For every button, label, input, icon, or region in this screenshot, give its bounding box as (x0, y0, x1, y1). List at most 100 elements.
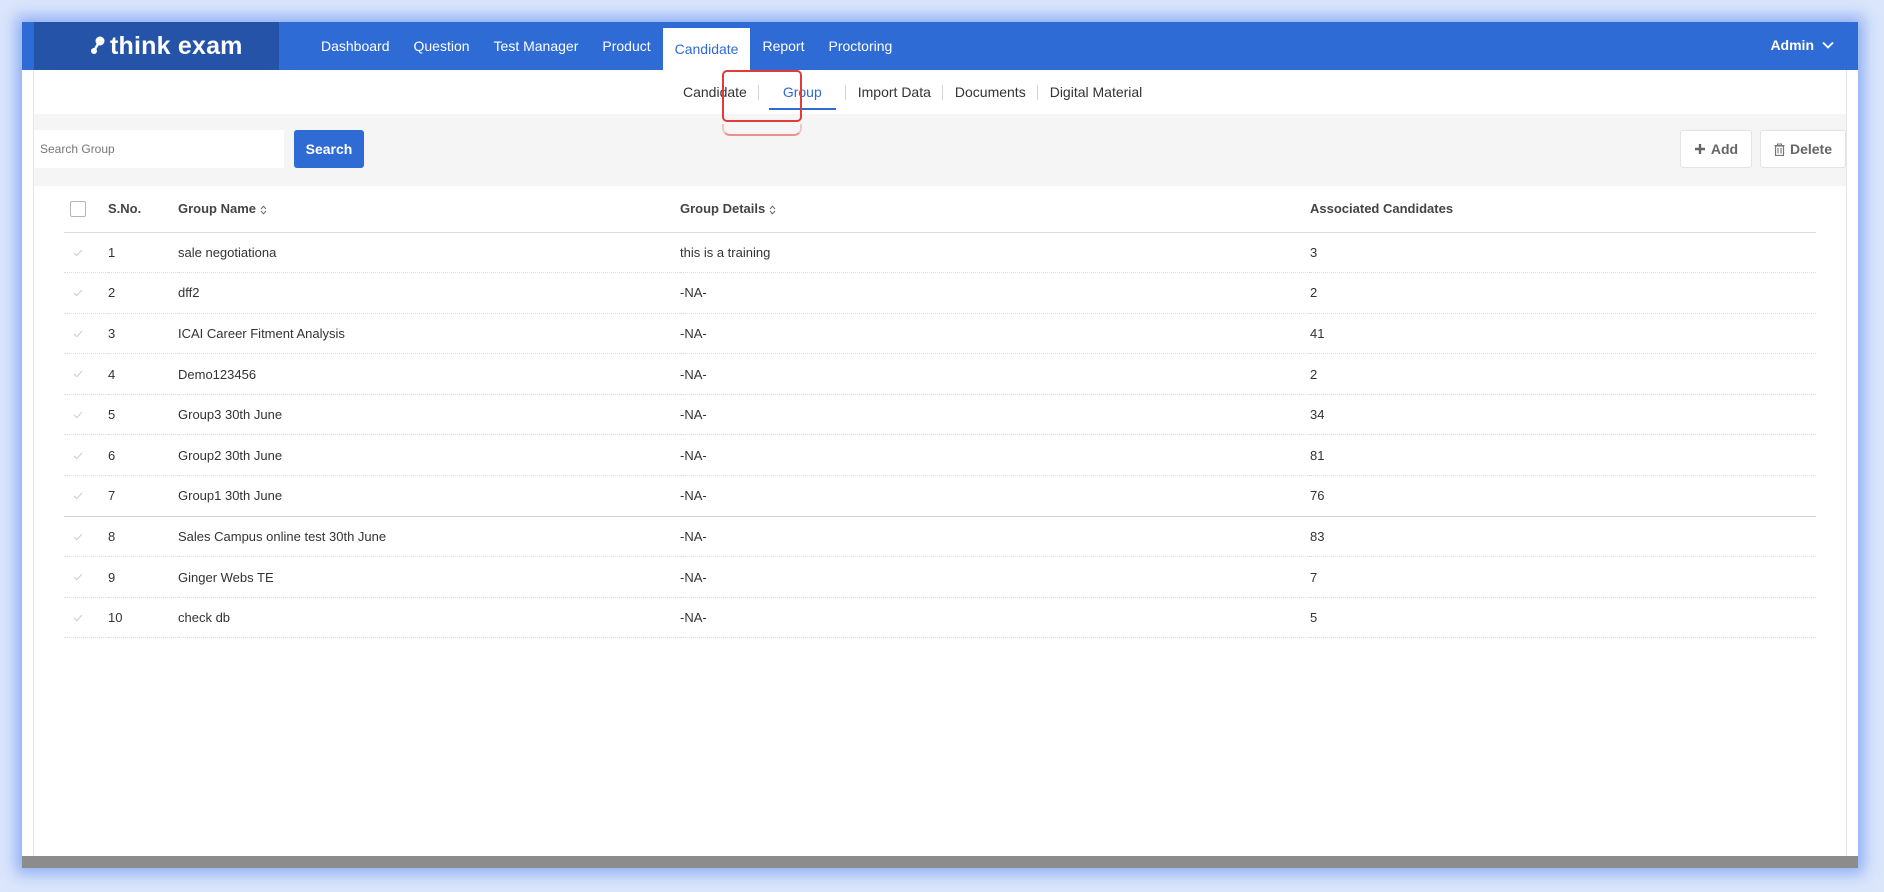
cell-associated-candidates: 3 (1310, 232, 1816, 274)
table-row[interactable]: 9 Ginger Webs TE -NA- 7 (64, 556, 1816, 598)
subnav-label: Digital Material (1049, 84, 1143, 100)
cell-group-name: sale negotiationa (178, 232, 680, 274)
cell-group-name: ICAI Career Fitment Analysis (178, 313, 680, 355)
cell-associated-candidates: 7 (1310, 556, 1816, 598)
active-tab-indicator (768, 108, 836, 110)
brand-logo[interactable]: think exam (34, 22, 279, 70)
cell-sno: 2 (108, 272, 178, 314)
group-toolbar: Search Add Delete (34, 114, 1846, 186)
search-group-input[interactable] (34, 130, 284, 168)
nav-item-product[interactable]: Product (590, 22, 662, 70)
subnav-label: Group (782, 84, 822, 100)
cell-sno: 9 (108, 556, 178, 598)
cell-group-name: Sales Campus online test 30th June (178, 516, 680, 558)
sort-icon[interactable] (260, 205, 267, 215)
main-nav: Dashboard Question Test Manager Product … (309, 22, 904, 70)
nav-item-question[interactable]: Question (402, 22, 482, 70)
cell-group-details: -NA- (680, 434, 1310, 477)
table-row[interactable]: 7 Group1 30th June -NA- 76 (64, 475, 1816, 517)
header-group-name[interactable]: Group Name (178, 186, 680, 233)
table-row[interactable]: 6 Group2 30th June -NA- 81 (64, 434, 1816, 477)
cell-associated-candidates: 2 (1310, 353, 1816, 395)
cell-group-details: -NA- (680, 394, 1310, 436)
cell-associated-candidates: 81 (1310, 434, 1816, 477)
user-menu[interactable]: Admin (1770, 22, 1834, 68)
table-header-row: S.No. Group Name Group Details Associate… (64, 186, 1816, 233)
cell-group-details: -NA- (680, 597, 1310, 639)
subnav-item-digital-material[interactable]: Digital Material (1038, 70, 1155, 114)
delete-label: Delete (1789, 141, 1833, 157)
cell-group-details: -NA- (680, 516, 1310, 558)
header-group-details[interactable]: Group Details (680, 186, 1310, 233)
nav-item-proctoring[interactable]: Proctoring (816, 22, 904, 70)
cell-group-details: this is a training (680, 232, 1310, 274)
user-name: Admin (1770, 37, 1814, 53)
add-button[interactable]: Add (1680, 130, 1752, 168)
trash-icon (1774, 142, 1785, 156)
table-row[interactable]: 2 dff2 -NA- 2 (64, 272, 1816, 314)
cell-associated-candidates: 76 (1310, 475, 1816, 517)
header-associated-candidates: Associated Candidates (1310, 186, 1816, 233)
cell-group-name: check db (178, 597, 680, 639)
select-all-checkbox[interactable] (70, 201, 86, 218)
cell-group-details: -NA- (680, 556, 1310, 598)
logo-icon (90, 35, 106, 57)
cell-group-name: dff2 (178, 272, 680, 314)
header-group-name-label: Group Name (178, 201, 257, 217)
nav-item-report[interactable]: Report (750, 22, 816, 70)
header-group-details-label: Group Details (680, 201, 766, 217)
check-icon[interactable] (70, 488, 86, 504)
check-icon[interactable] (70, 529, 86, 545)
cell-sno: 10 (108, 597, 178, 639)
cell-sno: 3 (108, 313, 178, 355)
check-icon[interactable] (70, 610, 86, 626)
cell-sno: 8 (108, 516, 178, 558)
cell-associated-candidates: 5 (1310, 597, 1816, 639)
table-row[interactable]: 4 Demo123456 -NA- 2 (64, 353, 1816, 395)
top-navbar: think exam Dashboard Question Test Manag… (22, 22, 1858, 70)
cell-associated-candidates: 34 (1310, 394, 1816, 436)
frame-right-edge (1846, 70, 1858, 856)
check-icon[interactable] (70, 407, 86, 423)
subnav-item-import-data[interactable]: Import Data (846, 70, 944, 114)
plus-icon (1694, 143, 1706, 155)
table-row[interactable]: 10 check db -NA- 5 (64, 597, 1816, 639)
sort-icon[interactable] (769, 205, 776, 215)
subnav-item-candidate[interactable]: Candidate (671, 70, 759, 114)
cell-sno: 7 (108, 475, 178, 517)
table-row[interactable]: 8 Sales Campus online test 30th June -NA- 8… (64, 516, 1816, 558)
cell-group-name: Group3 30th June (178, 394, 680, 436)
subnav-label: Documents (954, 84, 1026, 100)
chevron-down-icon (1822, 41, 1834, 49)
check-icon[interactable] (70, 448, 86, 464)
cell-associated-candidates: 83 (1310, 516, 1816, 558)
subnav-label: Candidate (683, 84, 747, 100)
cell-group-details: -NA- (680, 475, 1310, 517)
group-table: S.No. Group Name Group Details Associate… (64, 186, 1816, 639)
brand-name: think exam (110, 31, 243, 60)
table-row[interactable]: 5 Group3 30th June -NA- 34 (64, 394, 1816, 436)
app-window: think exam Dashboard Question Test Manag… (22, 22, 1858, 868)
nav-item-candidate[interactable]: Candidate (662, 28, 751, 70)
delete-button[interactable]: Delete (1760, 130, 1846, 168)
table-body: 1 sale negotiationa this is a training 3 2 df… (64, 232, 1816, 639)
cell-group-details: -NA- (680, 272, 1310, 314)
table-row[interactable]: 3 ICAI Career Fitment Analysis -NA- 41 (64, 313, 1816, 355)
nav-item-dashboard[interactable]: Dashboard (309, 22, 402, 70)
cell-group-name: Group2 30th June (178, 434, 680, 477)
subnav-item-group[interactable]: Group (759, 70, 846, 114)
table-row[interactable]: 1 sale negotiationa this is a training 3 (64, 232, 1816, 274)
check-icon[interactable] (70, 366, 86, 382)
check-icon[interactable] (70, 285, 86, 301)
cell-sno: 6 (108, 434, 178, 477)
cell-group-details: -NA- (680, 313, 1310, 355)
sub-nav: Candidate Group Import Data Documents Di… (34, 70, 1846, 114)
subnav-item-documents[interactable]: Documents (943, 70, 1038, 114)
frame-bottom-bar (22, 856, 1858, 868)
check-icon[interactable] (70, 245, 86, 261)
search-button[interactable]: Search (294, 130, 364, 168)
check-icon[interactable] (70, 326, 86, 342)
check-icon[interactable] (70, 569, 86, 585)
cell-group-name: Ginger Webs TE (178, 556, 680, 598)
nav-item-test-manager[interactable]: Test Manager (482, 22, 591, 70)
